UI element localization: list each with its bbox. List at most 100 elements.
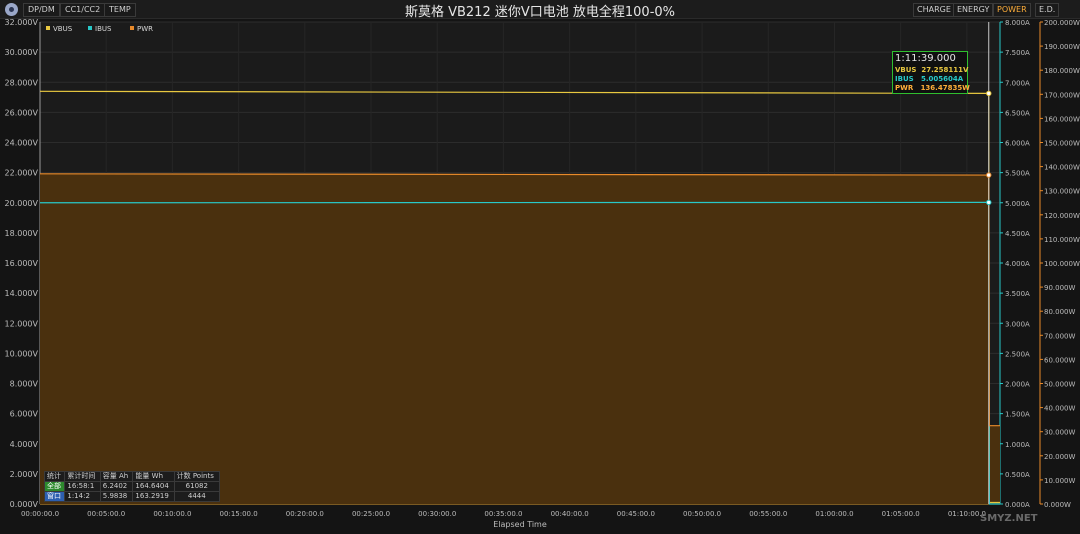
ibus-legend-label: IBUS	[95, 25, 112, 33]
top-toolbar: DP/DM CC1/CC2 TEMP 斯莫格 VB212 迷你V口电池 放电全程…	[0, 0, 1080, 20]
x-tick-label: 00:55:00.0	[749, 510, 787, 518]
stats-header-row: 统计 累计时间 容量 Ah 能量 Wh 计数 Points	[43, 471, 221, 482]
power-tick-label: 30.000W	[1044, 429, 1075, 437]
power-tick-label: 130.000W	[1044, 188, 1080, 196]
current-tick-label: 5.000A	[1005, 200, 1030, 208]
y-tick-label: 4.000V	[10, 440, 39, 449]
x-tick-label: 00:10:00.0	[153, 510, 191, 518]
current-tick-label: 2.500A	[1005, 350, 1030, 358]
power-tick-label: 70.000W	[1044, 332, 1075, 340]
power-tick-label: 120.000W	[1044, 212, 1080, 220]
stats-cell: 4444	[173, 491, 221, 502]
tooltip-pwr: PWR 136.47835W	[895, 84, 970, 92]
power-tick-label: 190.000W	[1044, 43, 1080, 51]
current-tick-label: 8.000A	[1005, 19, 1030, 27]
current-tick-label: 0.500A	[1005, 471, 1030, 479]
current-axis-ticks: 0.000A 0.500A 1.000A 1.500A 2.000A 2.500A 3.00…	[1000, 19, 1030, 509]
x-tick-label: 01:00:00.0	[815, 510, 853, 518]
stats-header-cell: 能量 Wh	[132, 471, 175, 482]
power-tick-label: 60.000W	[1044, 356, 1075, 364]
left-axis-ticks: 0.000V 2.000V 4.000V 6.000V 8.000V 10.000V 12.…	[5, 18, 39, 509]
current-tick-label: 3.000A	[1005, 320, 1030, 328]
legend: VBUS IBUS PWR	[46, 25, 153, 33]
x-tick-label: 00:30:00.0	[418, 510, 456, 518]
power-tick-label: 150.000W	[1044, 140, 1080, 148]
tab-ed[interactable]: E.D.	[1035, 3, 1060, 17]
vbus-legend-swatch	[46, 26, 50, 30]
y-tick-label: 8.000V	[10, 380, 39, 389]
y-tick-label: 10.000V	[5, 349, 39, 358]
power-tick-label: 40.000W	[1044, 405, 1075, 413]
y-tick-label: 28.000V	[5, 78, 39, 87]
power-tick-label: 90.000W	[1044, 284, 1075, 292]
y-tick-label: 22.000V	[5, 169, 39, 178]
power-tick-label: 170.000W	[1044, 91, 1080, 99]
tooltip-time: 1:11:39.000	[895, 53, 956, 64]
stats-cell: 1:14:2	[64, 491, 101, 502]
tab-power[interactable]: POWER	[993, 3, 1031, 17]
stats-header-cell: 累计时间	[64, 471, 101, 482]
power-tick-label: 160.000W	[1044, 115, 1080, 123]
y-tick-label: 30.000V	[5, 48, 39, 57]
pwr-legend-swatch	[130, 26, 134, 30]
x-axis-label: Elapsed Time	[493, 520, 547, 529]
current-tick-label: 7.000A	[1005, 79, 1030, 87]
y-tick-label: 0.000V	[10, 500, 39, 509]
pwr-area	[40, 173, 1000, 504]
x-tick-label: 00:45:00.0	[617, 510, 655, 518]
y-tick-label: 20.000V	[5, 199, 39, 208]
current-tick-label: 1.500A	[1005, 411, 1030, 419]
y-tick-label: 16.000V	[5, 259, 39, 268]
tooltip-ibus: IBUS 5.005604A	[895, 75, 963, 83]
x-tick-label: 01:05:00.0	[882, 510, 920, 518]
power-tick-label: 20.000W	[1044, 453, 1075, 461]
tab-energy[interactable]: ENERGY	[953, 3, 994, 17]
current-tick-label: 4.000A	[1005, 260, 1030, 268]
y-tick-label: 14.000V	[5, 289, 39, 298]
current-tick-label: 2.000A	[1005, 381, 1030, 389]
stats-cell: 全部	[43, 481, 66, 492]
x-tick-label: 00:40:00.0	[551, 510, 589, 518]
current-tick-label: 7.500A	[1005, 49, 1030, 57]
tooltip-ibus-value: 5.005604A	[920, 75, 964, 83]
tooltip-vbus-value: 27.258111V	[921, 66, 969, 74]
tooltip-pwr-value: 136.47835W	[920, 84, 970, 92]
ibus-cursor-point	[986, 199, 992, 206]
current-tick-label: 5.500A	[1005, 170, 1030, 178]
stats-row-all: 全部 16:58:1 6.2402 164.6404 61082	[43, 481, 221, 492]
current-tick-label: 4.500A	[1005, 230, 1030, 238]
stats-header-cell: 容量 Ah	[99, 471, 134, 482]
current-tick-label: 0.000A	[1005, 501, 1030, 509]
power-tick-label: 0.000W	[1044, 501, 1071, 509]
stats-row-window: 窗口 1:14:2 5.9838 163.2919 4444	[43, 491, 221, 502]
tooltip-pwr-label: PWR	[895, 84, 914, 92]
pwr-legend-label: PWR	[137, 25, 153, 33]
power-axis-ticks: 0.000W 10.000W 20.000W 30.000W 40.000W 50.000…	[1040, 19, 1080, 509]
power-tick-label: 50.000W	[1044, 381, 1075, 389]
y-tick-label: 26.000V	[5, 108, 39, 117]
y-tick-label: 24.000V	[5, 139, 39, 148]
tooltip-vbus-label: VBUS	[895, 66, 917, 74]
power-chart[interactable]: 0.000V 2.000V 4.000V 6.000V 8.000V 10.000V 12.…	[0, 18, 1080, 534]
tooltip-vbus: VBUS 27.258111V	[895, 66, 968, 74]
y-tick-label: 32.000V	[5, 18, 39, 27]
x-tick-label: 00:00:00.0	[21, 510, 59, 518]
x-tick-label: 00:15:00.0	[220, 510, 258, 518]
stats-cell: 163.2919	[132, 491, 175, 502]
stats-header-cell: 计数 Points	[173, 471, 221, 482]
x-tick-label: 00:05:00.0	[87, 510, 125, 518]
power-tick-label: 180.000W	[1044, 67, 1080, 75]
vbus-cursor-point	[986, 90, 992, 97]
cursor-tooltip: 1:11:39.000 VBUS 27.258111V IBUS 5.00560…	[892, 51, 970, 94]
current-tick-label: 3.500A	[1005, 290, 1030, 298]
stats-cell: 窗口	[43, 491, 66, 502]
stats-table: 统计 累计时间 容量 Ah 能量 Wh 计数 Points 全部 16:58:1…	[43, 471, 221, 502]
stats-cell: 6.2402	[99, 481, 134, 492]
x-tick-label: 00:35:00.0	[484, 510, 522, 518]
tooltip-ibus-label: IBUS	[895, 75, 914, 83]
current-tick-label: 1.000A	[1005, 441, 1030, 449]
power-tick-label: 80.000W	[1044, 308, 1075, 316]
series-fills	[40, 173, 1000, 504]
x-tick-label: 00:25:00.0	[352, 510, 390, 518]
tab-charge[interactable]: CHARGE	[913, 3, 955, 17]
